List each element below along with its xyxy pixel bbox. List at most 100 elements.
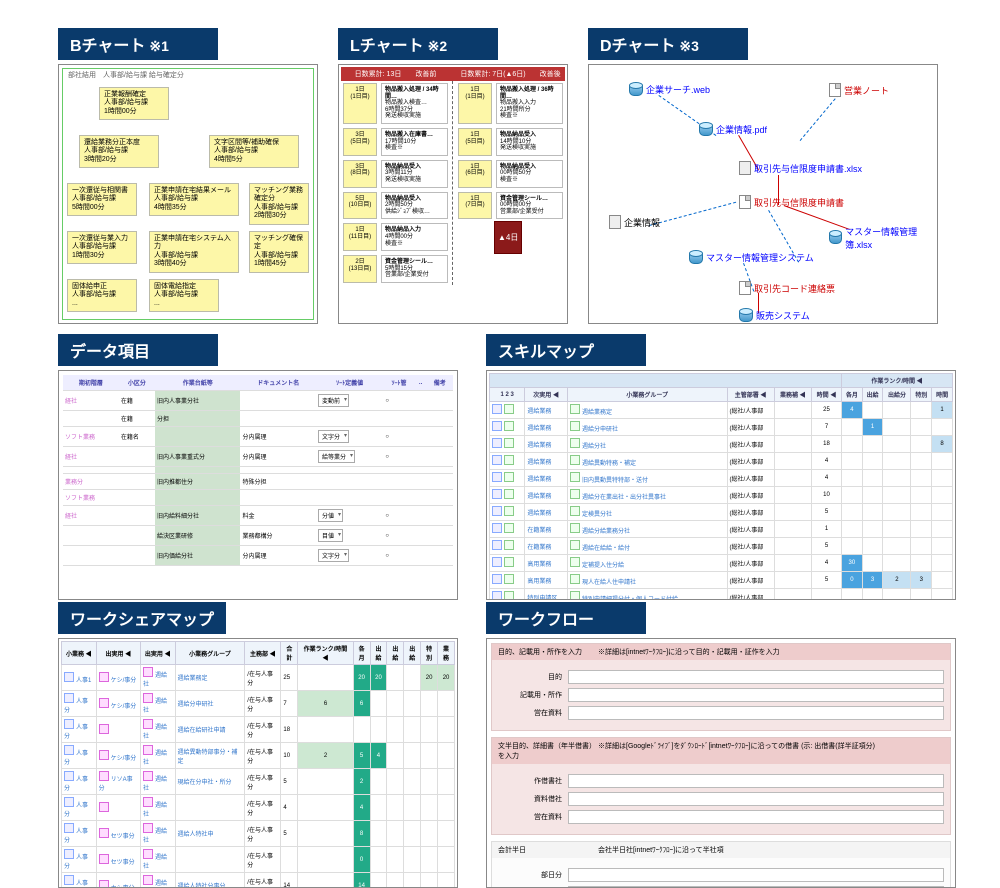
expand-icon[interactable] bbox=[570, 455, 580, 465]
ws-cell[interactable]: 週給人特社分事分 bbox=[175, 873, 245, 888]
sm-cat[interactable]: 週給業務 bbox=[525, 470, 568, 487]
expand-icon[interactable] bbox=[99, 854, 109, 864]
wf-input[interactable] bbox=[568, 774, 944, 788]
expand-icon[interactable] bbox=[99, 698, 109, 708]
sm-grp[interactable]: 週給分給業務分社 bbox=[567, 521, 727, 538]
di-select[interactable]: 目値 bbox=[318, 529, 343, 542]
ws-cell[interactable]: 週給社 bbox=[140, 769, 175, 795]
expand-icon[interactable] bbox=[504, 455, 514, 465]
expand-icon[interactable] bbox=[504, 540, 514, 550]
ws-cell[interactable] bbox=[175, 847, 245, 873]
expand-icon[interactable] bbox=[143, 745, 153, 755]
sm-grp[interactable]: 定補提入住分給 bbox=[567, 555, 727, 572]
expand-icon[interactable] bbox=[64, 849, 74, 859]
wf-input[interactable] bbox=[568, 868, 944, 882]
ws-cell[interactable]: 週給人特社申 bbox=[175, 821, 245, 847]
expand-icon[interactable] bbox=[504, 404, 514, 414]
ws-cell[interactable]: 週給社 bbox=[140, 795, 175, 821]
expand-icon[interactable] bbox=[492, 404, 502, 414]
di-select[interactable]: 分値 bbox=[318, 509, 343, 522]
expand-icon[interactable] bbox=[492, 523, 502, 533]
expand-icon[interactable] bbox=[504, 506, 514, 516]
ws-cell[interactable]: 人事分 bbox=[62, 769, 97, 795]
expand-icon[interactable] bbox=[64, 823, 74, 833]
ws-cell[interactable]: 週給社 bbox=[140, 691, 175, 717]
ws-cell[interactable]: 人事分 bbox=[62, 873, 97, 888]
expand-icon[interactable] bbox=[64, 693, 74, 703]
expand-icon[interactable] bbox=[99, 672, 109, 682]
di-select[interactable]: 給等業分 bbox=[318, 450, 355, 463]
expand-icon[interactable] bbox=[492, 506, 502, 516]
expand-icon[interactable] bbox=[492, 540, 502, 550]
expand-icon[interactable] bbox=[570, 506, 580, 516]
expand-icon[interactable] bbox=[570, 438, 580, 448]
expand-icon[interactable] bbox=[143, 823, 153, 833]
ws-cell[interactable] bbox=[96, 795, 140, 821]
sm-grp[interactable]: 週給業務定 bbox=[567, 402, 727, 419]
expand-icon[interactable] bbox=[143, 667, 153, 677]
sm-cat[interactable]: 週給業務 bbox=[525, 453, 568, 470]
ws-cell[interactable]: 週給社 bbox=[140, 743, 175, 769]
ws-cell[interactable]: 人事分 bbox=[62, 847, 97, 873]
ws-cell[interactable]: 人事分 bbox=[62, 795, 97, 821]
expand-icon[interactable] bbox=[570, 489, 580, 499]
di-select[interactable]: 文字分 bbox=[318, 549, 349, 562]
sm-grp[interactable]: 定検異分社 bbox=[567, 504, 727, 521]
expand-icon[interactable] bbox=[504, 574, 514, 584]
ws-cell[interactable]: カシ事分 bbox=[96, 873, 140, 888]
sm-grp[interactable]: 週給分申研社 bbox=[567, 419, 727, 436]
expand-icon[interactable] bbox=[99, 828, 109, 838]
expand-icon[interactable] bbox=[143, 719, 153, 729]
expand-icon[interactable] bbox=[143, 693, 153, 703]
expand-icon[interactable] bbox=[504, 557, 514, 567]
sm-grp[interactable]: 週給分在業出社・出分社異事社 bbox=[567, 487, 727, 504]
expand-icon[interactable] bbox=[492, 591, 502, 600]
ws-cell[interactable]: セツ事分 bbox=[96, 847, 140, 873]
ws-cell[interactable]: 週給社 bbox=[140, 717, 175, 743]
sm-grp[interactable]: 週給在給給・給付 bbox=[567, 538, 727, 555]
ws-cell[interactable]: 週給社 bbox=[140, 847, 175, 873]
expand-icon[interactable] bbox=[492, 455, 502, 465]
sm-cat[interactable]: 週給業務 bbox=[525, 504, 568, 521]
sm-grp[interactable]: 週給異動特務・補定 bbox=[567, 453, 727, 470]
expand-icon[interactable] bbox=[64, 771, 74, 781]
expand-icon[interactable] bbox=[64, 719, 74, 729]
expand-icon[interactable] bbox=[504, 523, 514, 533]
expand-icon[interactable] bbox=[504, 591, 514, 600]
expand-icon[interactable] bbox=[64, 672, 74, 682]
expand-icon[interactable] bbox=[570, 557, 580, 567]
ws-cell[interactable]: 人事1 bbox=[62, 665, 97, 691]
expand-icon[interactable] bbox=[492, 421, 502, 431]
wf-input[interactable] bbox=[568, 670, 944, 684]
expand-icon[interactable] bbox=[570, 404, 580, 414]
expand-icon[interactable] bbox=[99, 750, 109, 760]
ws-cell[interactable] bbox=[96, 717, 140, 743]
sm-cat[interactable]: 週給業務 bbox=[525, 419, 568, 436]
expand-icon[interactable] bbox=[64, 875, 74, 885]
di-select[interactable]: 文字分 bbox=[318, 430, 349, 443]
di-select[interactable]: 変動前 bbox=[318, 394, 349, 407]
ws-cell[interactable]: ケシ/事分 bbox=[96, 743, 140, 769]
expand-icon[interactable] bbox=[504, 489, 514, 499]
sm-grp[interactable]: 特別申請細提分付・個人コード付給 bbox=[567, 589, 727, 601]
expand-icon[interactable] bbox=[570, 472, 580, 482]
expand-icon[interactable] bbox=[99, 771, 109, 781]
expand-icon[interactable] bbox=[99, 802, 109, 812]
expand-icon[interactable] bbox=[492, 489, 502, 499]
expand-icon[interactable] bbox=[143, 797, 153, 807]
expand-icon[interactable] bbox=[504, 421, 514, 431]
wf-input[interactable] bbox=[568, 706, 944, 720]
wf-input[interactable] bbox=[568, 792, 944, 806]
ws-cell[interactable]: 週給分申研社 bbox=[175, 691, 245, 717]
expand-icon[interactable] bbox=[143, 875, 153, 885]
expand-icon[interactable] bbox=[570, 540, 580, 550]
expand-icon[interactable] bbox=[504, 438, 514, 448]
ws-cell[interactable]: 人事分 bbox=[62, 821, 97, 847]
expand-icon[interactable] bbox=[492, 438, 502, 448]
sm-cat[interactable]: 特別申請区 bbox=[525, 589, 568, 601]
ws-cell[interactable]: 人事分 bbox=[62, 717, 97, 743]
ws-cell[interactable]: ケシ/事分 bbox=[96, 691, 140, 717]
expand-icon[interactable] bbox=[64, 797, 74, 807]
sm-cat[interactable]: 在籍業務 bbox=[525, 521, 568, 538]
sm-cat[interactable]: 在籍業務 bbox=[525, 538, 568, 555]
